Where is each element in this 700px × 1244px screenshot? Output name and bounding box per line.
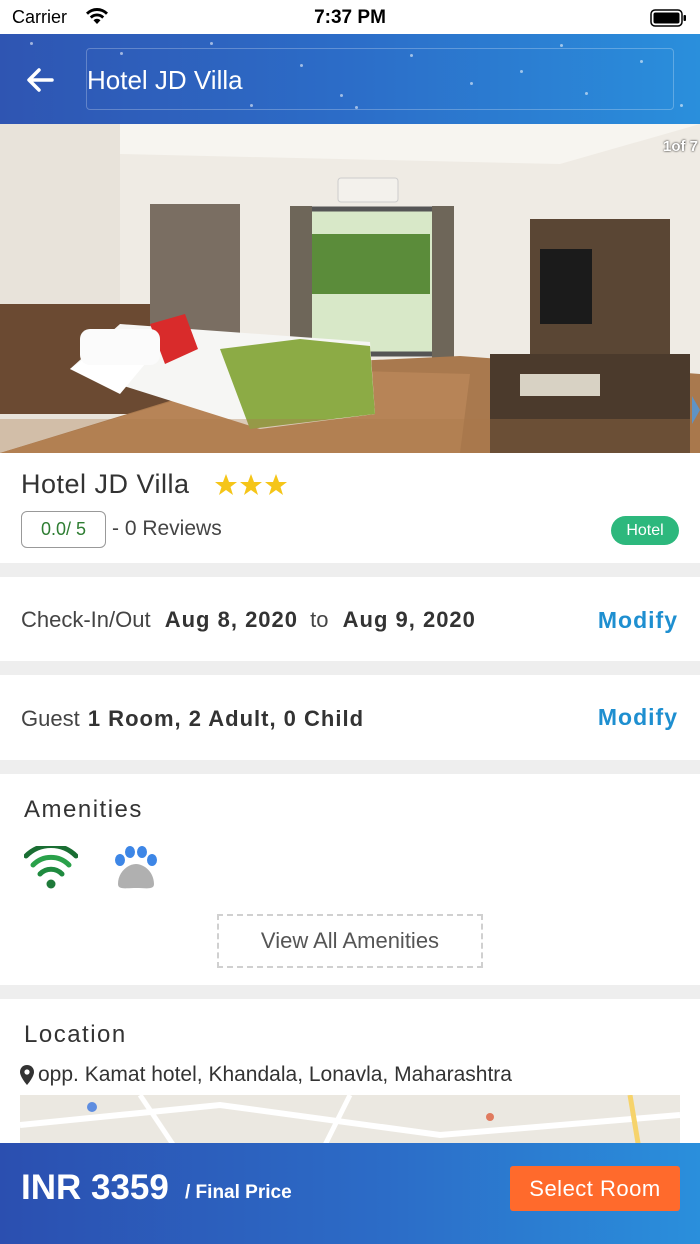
clock: 7:37 PM xyxy=(314,7,386,28)
select-room-button[interactable]: Select Room xyxy=(510,1166,680,1211)
final-price: INR 3359 xyxy=(21,1168,169,1207)
guest-value: 1 Room, 2 Adult, 0 Child xyxy=(87,706,365,731)
arrow-left-icon xyxy=(27,68,54,92)
booking-footer: INR 3359 / Final Price Select Room xyxy=(0,1143,700,1244)
hotel-room-photo xyxy=(0,124,700,453)
check-in-out-row: Check-In/Out Aug 8, 2020 to Aug 9, 2020 xyxy=(21,607,476,633)
header-bar: Hotel JD Villa xyxy=(0,34,700,124)
date-connector: to xyxy=(310,607,329,632)
location-title: Location xyxy=(24,1021,127,1048)
check-in-date: Aug 8, 2020 xyxy=(164,607,299,632)
address-row: opp. Kamat hotel, Khandala, Lonavla, Mah… xyxy=(20,1063,512,1087)
property-type-badge: Hotel xyxy=(611,516,679,545)
star-icon xyxy=(265,474,287,495)
guest-row: Guest 1 Room, 2 Adult, 0 Child xyxy=(21,706,364,732)
guest-card: Guest 1 Room, 2 Adult, 0 Child Modify xyxy=(0,675,700,760)
amenities-card: Amenities View All Amenities xyxy=(0,774,700,985)
amenities-title: Amenities xyxy=(24,796,143,823)
reviews-count[interactable]: - 0 Reviews xyxy=(112,517,222,541)
address-text: opp. Kamat hotel, Khandala, Lonavla, Mah… xyxy=(38,1063,512,1086)
wifi-icon xyxy=(23,843,79,895)
check-in-out-card: Check-In/Out Aug 8, 2020 to Aug 9, 2020 … xyxy=(0,577,700,661)
hotel-photo-gallery[interactable]: 1of 7 xyxy=(0,124,700,453)
star-rating xyxy=(214,473,288,497)
header-title-field[interactable]: Hotel JD Villa xyxy=(86,48,674,110)
check-out-date: Aug 9, 2020 xyxy=(342,607,476,632)
location-card: Location opp. Kamat hotel, Khandala, Lon… xyxy=(0,999,700,1155)
next-photo-button[interactable] xyxy=(692,396,700,424)
chevron-right-icon xyxy=(692,396,700,424)
page-title: Hotel JD Villa xyxy=(87,65,243,95)
pet-paw-icon xyxy=(110,846,160,895)
view-all-amenities-button[interactable]: View All Amenities xyxy=(217,914,483,968)
hotel-info-card: Hotel JD Villa 0.0/ 5 - 0 Reviews Hotel xyxy=(0,453,700,563)
hotel-name: Hotel JD Villa xyxy=(21,469,190,499)
map-pin-icon xyxy=(20,1065,34,1085)
modify-dates-button[interactable]: Modify xyxy=(598,607,678,634)
status-bar: Carrier 7:37 PM xyxy=(0,0,700,34)
battery-icon xyxy=(650,9,688,27)
star-icon xyxy=(215,474,237,495)
star-icon xyxy=(240,474,262,495)
rating-badge: 0.0/ 5 xyxy=(21,511,106,548)
back-button[interactable] xyxy=(22,62,58,98)
final-price-label: / Final Price xyxy=(185,1182,292,1203)
modify-guests-button[interactable]: Modify xyxy=(598,704,678,731)
check-in-out-label: Check-In/Out xyxy=(21,607,151,632)
guest-label: Guest xyxy=(21,706,80,731)
photo-counter: 1of 7 xyxy=(662,138,698,155)
